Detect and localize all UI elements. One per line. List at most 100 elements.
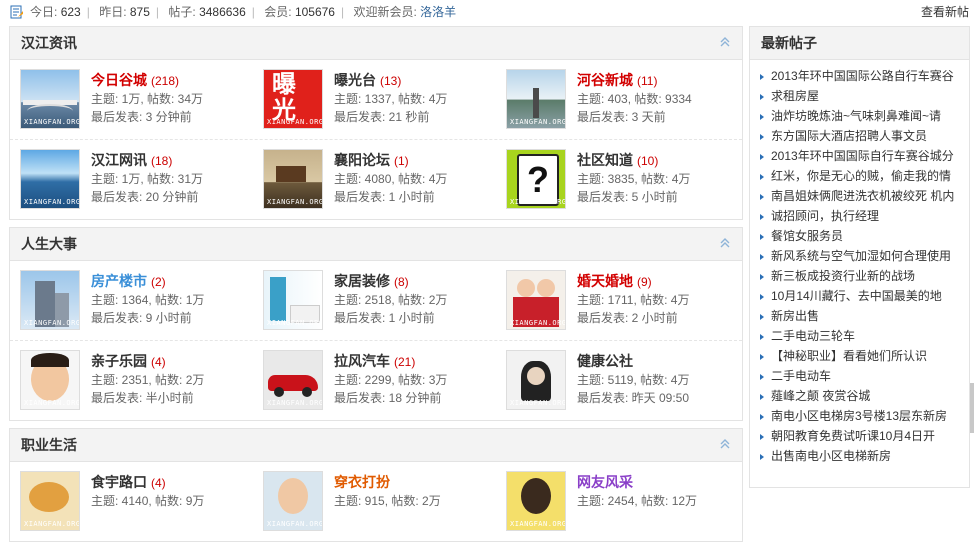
forum-name: 婚天婚地 (577, 273, 633, 289)
thumbnail-watermark: XIANGFAN.ORG (24, 399, 80, 407)
bullet-arrow-icon (760, 93, 764, 100)
latest-post-link[interactable]: 10月14川藏行、去中国最美的地 (771, 289, 942, 303)
latest-post-link[interactable]: 2013年环中国国际公路自行车赛谷 (771, 69, 954, 83)
forum-name-link[interactable]: 网友风采 (577, 472, 633, 492)
forum-item: XIANGFAN.ORG 亲子乐园 (4) 主题: 2351, 帖数: 2万 最后发表:… (20, 350, 260, 412)
today-label: 今日: (30, 5, 58, 19)
latest-post-link[interactable]: 二手电动三轮车 (771, 329, 855, 343)
forum-name-link[interactable]: 亲子乐园 (4) (91, 351, 166, 371)
forum-name-link[interactable]: 家居装修 (8) (334, 271, 409, 291)
today-post-count: (21) (394, 355, 416, 369)
latest-post-link[interactable]: 出售南电小区电梯新房 (771, 449, 891, 463)
forum-name-link[interactable]: 河谷新城 (11) (577, 70, 657, 90)
thumbnail-watermark: XIANGFAN.ORG (267, 319, 323, 327)
forum-thumbnail[interactable]: XIANGFAN.ORG (506, 69, 566, 129)
collapse-icon[interactable] (720, 238, 730, 248)
latest-post-item: 餐馆女服务员 (760, 226, 966, 246)
today-post-count: (10) (637, 154, 659, 168)
forum-thumbnail[interactable]: XIANGFAN.ORG (20, 350, 80, 410)
forum-name-link[interactable]: 房产楼市 (2) (91, 271, 166, 291)
collapse-icon[interactable] (720, 37, 730, 47)
bullet-arrow-icon (760, 233, 764, 240)
forum-thumbnail[interactable]: XIANGFAN.ORG (506, 471, 566, 531)
forum-thumbnail[interactable]: XIANGFAN.ORG (20, 270, 80, 330)
view-new-posts-link[interactable]: 查看新帖 (921, 0, 969, 24)
bullet-arrow-icon (760, 433, 764, 440)
forum-name-link[interactable]: 穿衣打扮 (334, 472, 390, 492)
bullet-arrow-icon (760, 73, 764, 80)
latest-post-link[interactable]: 薤峰之颠 夜赏谷城 (771, 389, 870, 403)
latest-post-link[interactable]: 【神秘职业】看看她们所认识 (771, 349, 927, 363)
forum-row: XIANGFAN.ORG 今日谷城 (218) 主题: 1万, 帖数: 34万 最后发表… (10, 60, 742, 140)
forum-thumbnail[interactable]: XIANGFAN.ORG (263, 149, 323, 209)
today-post-count: (13) (380, 74, 402, 88)
bullet-arrow-icon (760, 113, 764, 120)
latest-post-link[interactable]: 南昌姐妹俩爬进洗衣机被绞死 机内 (771, 189, 954, 203)
forum-item: XIANGFAN.ORG 河谷新城 (11) 主题: 403, 帖数: 9334 最后发… (506, 69, 746, 131)
forum-thumbnail[interactable]: XIANGFAN.ORG (263, 471, 323, 531)
forum-last-post: 最后发表: 5 小时前 (577, 190, 678, 204)
forum-section: 人生大事 XIANGFAN.ORG 房产楼市 (2) 主题: 1364, 帖数: 1万最… (9, 227, 743, 421)
forum-name-link[interactable]: 健康公社 (577, 351, 633, 371)
forum-name-link[interactable]: 社区知道 (10) (577, 150, 658, 170)
forum-thumbnail[interactable]: XIANGFAN.ORG (263, 350, 323, 410)
bullet-arrow-icon (760, 353, 764, 360)
latest-post-item: 2013年环中国国际公路自行车赛谷 (760, 66, 966, 86)
forum-thumbnail[interactable]: ? XIANGFAN.ORG (506, 149, 566, 209)
bullet-arrow-icon (760, 253, 764, 260)
forum-name-link[interactable]: 拉风汽车 (21) (334, 351, 415, 371)
forum-name-link[interactable]: 襄阳论坛 (1) (334, 150, 409, 170)
latest-post-link[interactable]: 南电小区电梯房3号楼13层东新房 (771, 409, 947, 423)
forum-last-post: 最后发表: 20 分钟前 (91, 190, 199, 204)
today-post-count: (8) (394, 275, 409, 289)
latest-post-link[interactable]: 餐馆女服务员 (771, 229, 843, 243)
latest-post-link[interactable]: 诚招顾问，执行经理 (771, 209, 879, 223)
latest-post-link[interactable]: 东方国际大酒店招聘人事文员 (771, 129, 927, 143)
latest-post-link[interactable]: 油炸坊晚炼油~气味刺鼻难闻~请 (771, 109, 941, 123)
forum-name: 健康公社 (577, 353, 633, 369)
latest-post-link[interactable]: 求租房屋 (771, 89, 819, 103)
latest-post-item: 朝阳教育免费试听课10月4日开 (760, 426, 966, 446)
section-title: 人生大事 (21, 236, 77, 252)
forum-name-link[interactable]: 婚天婚地 (9) (577, 271, 652, 291)
latest-post-link[interactable]: 新房出售 (771, 309, 819, 323)
forum-name-link[interactable]: 汉江网讯 (18) (91, 150, 172, 170)
forum-thumbnail[interactable]: XIANGFAN.ORG (20, 471, 80, 531)
new-member-link[interactable]: 洛洛羊 (420, 5, 456, 19)
forum-thumbnail[interactable]: XIANGFAN.ORG (506, 350, 566, 410)
forum-name-link[interactable]: 今日谷城 (218) (91, 70, 179, 90)
latest-post-item: 【神秘职业】看看她们所认识 (760, 346, 966, 366)
latest-post-link[interactable]: 红米，你是无心的贼，偷走我的情 (771, 169, 951, 183)
collapse-icon[interactable] (720, 439, 730, 449)
latest-post-link[interactable]: 新三板成投资行业新的战场 (771, 269, 915, 283)
latest-post-item: 新三板成投资行业新的战场 (760, 266, 966, 286)
latest-post-link[interactable]: 2013年环中国国际自行车赛谷城分 (771, 149, 954, 163)
forum-thumbnail[interactable]: XIANGFAN.ORG (506, 270, 566, 330)
scrollbar[interactable] (970, 383, 974, 433)
thumbnail-watermark: XIANGFAN.ORG (510, 399, 566, 407)
forum-name-link[interactable]: 食宇路口 (4) (91, 472, 166, 492)
latest-post-item: 东方国际大酒店招聘人事文员 (760, 126, 966, 146)
forum-name: 拉风汽车 (334, 353, 390, 369)
forum-name: 亲子乐园 (91, 353, 147, 369)
forum-thumbnail[interactable]: 曝光 XIANGFAN.ORG (263, 69, 323, 129)
forum-name-link[interactable]: 曝光台 (13) (334, 70, 401, 90)
today-post-count: (1) (394, 154, 409, 168)
yesterday-value: 875 (129, 5, 150, 19)
forum-name: 网友风采 (577, 474, 633, 490)
forum-last-post: 最后发表: 昨天 09:50 (577, 391, 690, 405)
latest-post-item: 薤峰之颠 夜赏谷城 (760, 386, 966, 406)
latest-post-link[interactable]: 朝阳教育免费试听课10月4日开 (771, 429, 935, 443)
latest-post-item: 10月14川藏行、去中国最美的地 (760, 286, 966, 306)
latest-post-link[interactable]: 新风系统与空气加湿如何合理使用 (771, 249, 951, 263)
bullet-arrow-icon (760, 173, 764, 180)
thumbnail-watermark: XIANGFAN.ORG (510, 520, 566, 528)
forum-thumbnail[interactable]: XIANGFAN.ORG (20, 69, 80, 129)
section-header: 汉江资讯 (10, 27, 742, 60)
forum-thumbnail[interactable]: XIANGFAN.ORG (20, 149, 80, 209)
stats-bar: 今日: 623 | 昨日: 875 | 帖子: 3486636 | 会员: 10567… (0, 0, 974, 24)
forum-row: XIANGFAN.ORG 亲子乐园 (4) 主题: 2351, 帖数: 2万 最后发表:… (10, 341, 742, 420)
forum-item: XIANGFAN.ORG 拉风汽车 (21) 主题: 2299, 帖数: 3万 最后发表… (263, 350, 503, 412)
latest-post-link[interactable]: 二手电动车 (771, 369, 831, 383)
forum-thumbnail[interactable]: XIANGFAN.ORG (263, 270, 323, 330)
